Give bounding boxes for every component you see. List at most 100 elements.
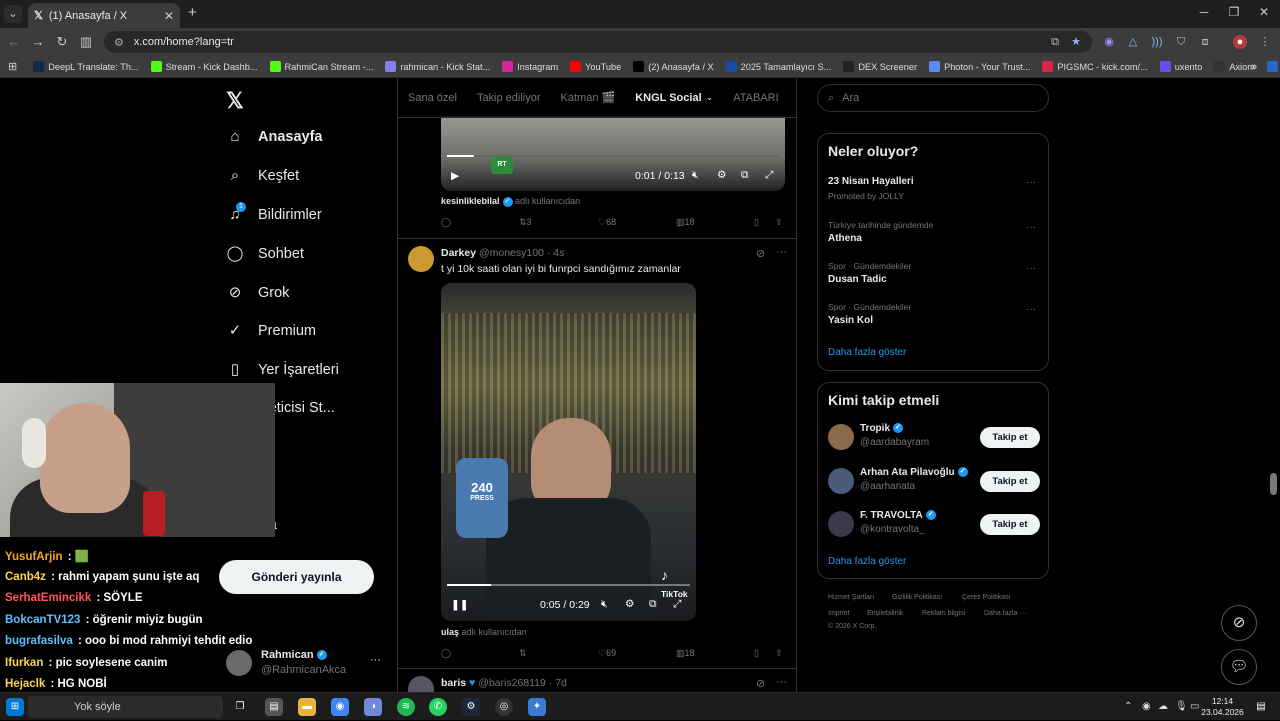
avatar[interactable] — [828, 511, 854, 537]
fullscreen-icon[interactable]: ⤢ — [673, 598, 681, 611]
bookmark-item[interactable]: rahmican - Kick Stat... — [385, 61, 490, 72]
footer-link[interactable]: Hizmet Şartları — [828, 594, 874, 601]
nav-item[interactable]: ⌕ Keşfet — [226, 167, 299, 185]
views-button[interactable]: ▥ 18 — [676, 648, 695, 659]
file-explorer-icon[interactable]: ▬ — [298, 698, 316, 716]
avatar[interactable] — [828, 468, 854, 494]
share-icon[interactable]: ⇪ — [775, 217, 783, 228]
more-icon[interactable]: ··· — [776, 246, 787, 258]
app-icon[interactable]: ✦ — [528, 698, 546, 716]
nav-item[interactable]: ♫ 1 Bildirimler — [226, 202, 322, 224]
chevron-down-icon[interactable]: ⌄ — [706, 92, 714, 103]
show-more-follow-link[interactable]: Daha fazla göster — [828, 556, 906, 567]
obs-icon[interactable]: ◎ — [495, 698, 513, 716]
suggestion-name[interactable]: F. TRAVOLTA ✓ — [860, 510, 936, 521]
back-icon[interactable]: ← — [6, 35, 22, 49]
reply-icon[interactable]: ◯ — [441, 217, 451, 228]
more-icon[interactable]: ··· — [1026, 304, 1036, 315]
whatsapp-icon[interactable]: ✆ — [429, 698, 447, 716]
avatar[interactable] — [408, 676, 434, 692]
split-view-icon[interactable]: ▥ — [78, 35, 94, 49]
more-icon[interactable]: ··· — [1026, 222, 1036, 233]
close-window-icon[interactable]: ✕ — [1254, 5, 1274, 19]
discord-icon[interactable]: ◑ — [364, 698, 382, 716]
timeline-tab[interactable]: Takip ediliyor — [477, 92, 541, 104]
bookmark-item[interactable]: Zonguldak İngilizce... — [1266, 61, 1280, 72]
footer-link[interactable]: Imprint — [828, 610, 849, 617]
follow-button[interactable]: Takip et — [980, 471, 1040, 492]
extensions-puzzle-icon[interactable]: ⧈ — [1198, 35, 1212, 49]
post-button[interactable]: Gönderi yayınla — [219, 560, 374, 594]
minimize-icon[interactable]: ─ — [1194, 5, 1214, 19]
address-bar[interactable]: ⚙ x.com/home?lang=tr — [104, 31, 1092, 53]
retweet-button[interactable]: ⇅ — [519, 648, 527, 659]
nav-item[interactable]: ⊘ Grok — [226, 284, 290, 302]
start-icon[interactable]: ⊞ — [6, 698, 24, 716]
suggestion-name[interactable]: Arhan Ata Pilavoğlu ✓ — [860, 467, 968, 478]
video-progress-bar[interactable] — [447, 584, 690, 586]
nav-item[interactable]: ◯ Sohbet — [226, 245, 304, 263]
grok-fab-icon[interactable]: ⊘ — [1221, 605, 1257, 641]
avatar[interactable] — [408, 246, 434, 272]
task-view-icon[interactable]: ❐ — [231, 698, 249, 716]
clock[interactable]: 12:14 23.04.2026 — [1200, 696, 1245, 718]
footer-link[interactable]: Gizlilik Politikası — [892, 594, 942, 601]
bookmark-icon[interactable]: ▯ — [754, 648, 759, 659]
timeline-tab[interactable]: KNGL Social — [635, 92, 701, 104]
footer-link[interactable]: Çerez Politikası — [962, 594, 1011, 601]
grok-icon[interactable]: ⊘ — [756, 677, 765, 690]
pause-icon[interactable]: ❚❚ — [451, 599, 469, 611]
account-switcher[interactable]: Rahmican ✓ @RahmicanAkca ··· — [226, 648, 386, 680]
restore-icon[interactable]: ❐ — [1224, 5, 1244, 19]
post-author[interactable]: Darkey — [441, 247, 476, 259]
install-app-icon[interactable]: ⧉ — [1048, 35, 1062, 49]
search-input[interactable]: ⌕ Ara — [817, 84, 1049, 112]
extension-icon[interactable]: ◉ — [1102, 35, 1116, 49]
nav-item[interactable]: ▯ Yer İşaretleri — [226, 361, 339, 379]
timeline-tab[interactable]: Katman 🎬 — [561, 91, 616, 104]
new-tab-icon[interactable]: + — [188, 4, 197, 21]
avatar[interactable] — [828, 424, 854, 450]
like-button[interactable]: ♡ 68 — [598, 217, 616, 228]
extension-icon[interactable]: ))) — [1150, 35, 1164, 49]
bookmark-item[interactable]: 2025 Tamamlayıcı S... — [725, 61, 831, 72]
mute-icon[interactable]: 🔇︎ — [601, 598, 608, 611]
tab-search-icon[interactable]: ⌄ — [4, 5, 22, 23]
timeline-tab[interactable]: ATABARI — [733, 92, 778, 104]
grok-icon[interactable]: ⊘ — [756, 247, 765, 260]
profile-avatar-icon[interactable]: ● — [1233, 35, 1247, 49]
chrome-icon[interactable]: ◉ — [331, 698, 349, 716]
tray-app-icon[interactable]: ☁ — [1158, 701, 1168, 712]
steam-icon[interactable]: ⚙ — [462, 698, 480, 716]
views-button[interactable]: ▥ 18 — [676, 217, 695, 228]
retweet-button[interactable]: ⇅ 3 — [519, 217, 532, 228]
follow-button[interactable]: Takip et — [980, 514, 1040, 535]
bookmark-item[interactable]: Photon - Your Trust... — [929, 61, 1030, 72]
bookmark-item[interactable]: Instagram — [502, 61, 558, 72]
extension-icon[interactable]: △ — [1126, 35, 1140, 49]
bookmark-item[interactable]: uxento — [1159, 61, 1202, 72]
bookmark-item[interactable]: RahmiCan Stream -... — [269, 61, 373, 72]
taskbar-search[interactable]: Yok söyle — [28, 696, 223, 718]
share-icon[interactable]: ⇪ — [775, 648, 783, 659]
bookmark-item[interactable]: Stream - Kick Dashb... — [150, 61, 258, 72]
reload-icon[interactable]: ↻ — [54, 35, 70, 49]
more-icon[interactable]: ··· — [1026, 177, 1036, 188]
attribution-author[interactable]: ulaş — [441, 627, 459, 637]
fullscreen-icon[interactable]: ⤢ — [765, 169, 773, 182]
mic-icon[interactable]: 🎙︎ — [1175, 701, 1188, 712]
shield-icon[interactable]: ⛉ — [1174, 35, 1188, 49]
page-scrollbar[interactable] — [1270, 473, 1277, 495]
site-info-icon[interactable]: ⚙ — [114, 36, 124, 49]
nav-item[interactable]: ✓ Premium — [226, 322, 316, 340]
mute-icon[interactable]: 🔇︎ — [692, 169, 699, 182]
menu-kebab-icon[interactable]: ⋮ — [1258, 35, 1272, 49]
attribution-author[interactable]: kesinliklebilal — [441, 196, 500, 206]
post-handle[interactable]: @baris268119 · 7d — [478, 677, 567, 689]
footer-link[interactable]: Daha fazla ··· — [984, 610, 1026, 617]
apps-grid-icon[interactable]: ⊞ — [8, 60, 17, 73]
like-button[interactable]: ♡ 69 — [598, 648, 616, 659]
nav-item[interactable]: ⌂ Anasayfa — [226, 128, 322, 146]
bookmark-item[interactable]: Axiom — [1214, 61, 1255, 72]
network-icon[interactable]: ▭ — [1190, 701, 1199, 712]
